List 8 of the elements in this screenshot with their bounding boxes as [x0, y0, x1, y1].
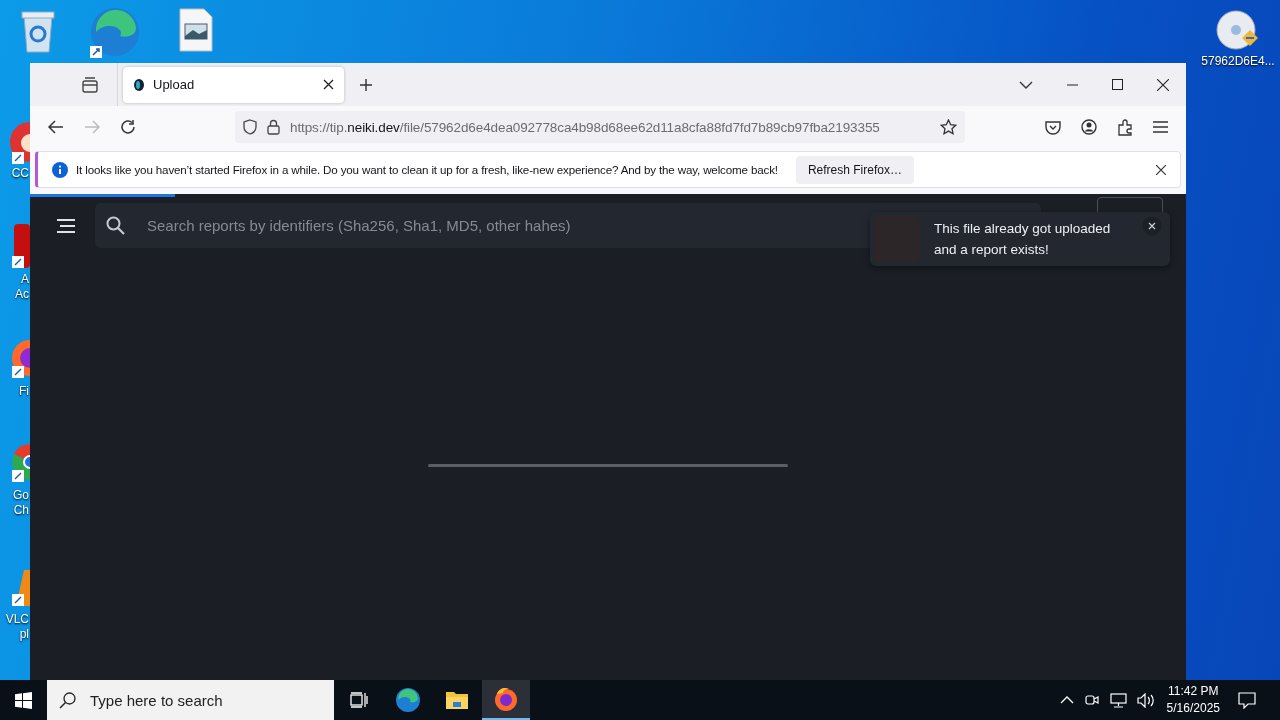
notification-message: It looks like you haven’t started Firefox in a while. Do you want to clean it up for a fresh, like-new experience? And by the way, welcome back! — [76, 163, 778, 176]
desktop-icon-label: VLC pl — [5, 612, 30, 642]
desktop-icon-label: Fi — [19, 384, 30, 399]
desktop-icon-label: A Ac — [15, 272, 30, 302]
desktop-icon-label: Go Ch — [13, 488, 30, 518]
desktop-icon-label: CC — [11, 166, 30, 181]
desktop-icon-label: 57962D6E4... — [1201, 54, 1275, 69]
url-text: https://tip.neiki.dev/file/57962d6e4dea092778ca4b98d68ee62d11a8cfa88fd7fd7b89cb97fba2193355 — [290, 119, 881, 135]
